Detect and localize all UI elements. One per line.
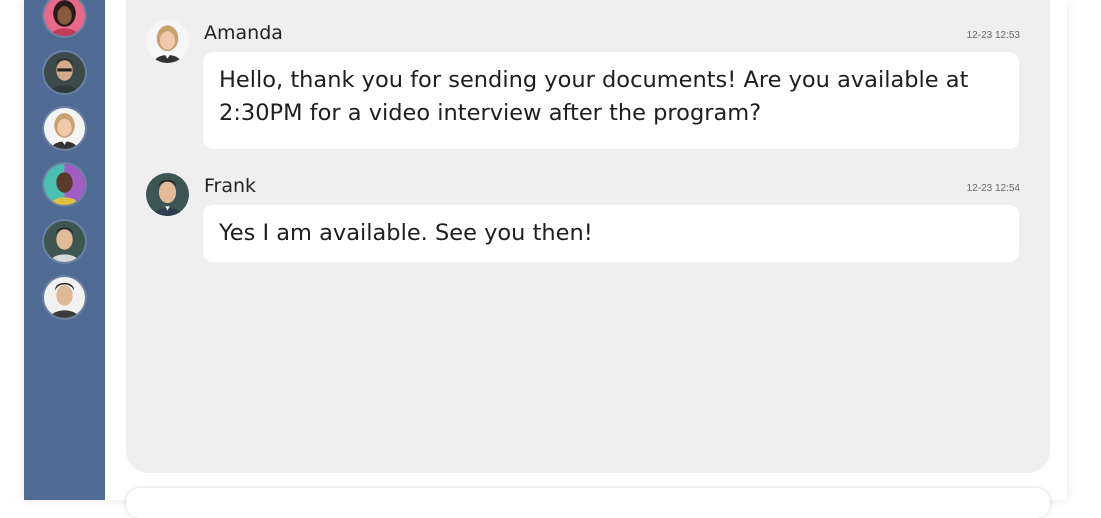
avatar-image [44, 164, 85, 205]
avatar-image [44, 52, 85, 93]
avatar-image [146, 173, 189, 216]
sender-name: Frank [204, 175, 257, 197]
contact-avatar-amanda[interactable] [44, 108, 85, 149]
message-timestamp: 12-23 12:54 [966, 183, 1020, 194]
contact-avatar-6[interactable] [44, 277, 85, 318]
message-bubble: Hello, thank you for sending your docume… [203, 52, 1019, 149]
contact-avatar-2[interactable] [44, 52, 85, 93]
message-bubble: Yes I am available. See you then! [203, 205, 1019, 262]
avatar-image [44, 108, 85, 149]
contact-avatar-1[interactable] [44, 0, 85, 36]
sender-avatar[interactable] [146, 173, 189, 216]
chat-app-window: Amanda 12-23 12:53 Hello, thank you for … [24, 0, 1067, 518]
contact-avatar-5[interactable] [44, 221, 85, 262]
contact-avatar-4[interactable] [44, 164, 85, 205]
sender-avatar[interactable] [146, 20, 189, 63]
chat-messages-panel[interactable]: Amanda 12-23 12:53 Hello, thank you for … [126, 0, 1050, 473]
avatar-image [44, 0, 85, 36]
message-timestamp: 12-23 12:53 [966, 30, 1020, 41]
contacts-sidebar [24, 0, 105, 500]
avatar-image [44, 221, 85, 262]
avatar-image [44, 277, 85, 318]
message-input[interactable] [126, 488, 1050, 518]
sender-name: Amanda [204, 22, 283, 44]
avatar-image [146, 20, 189, 63]
